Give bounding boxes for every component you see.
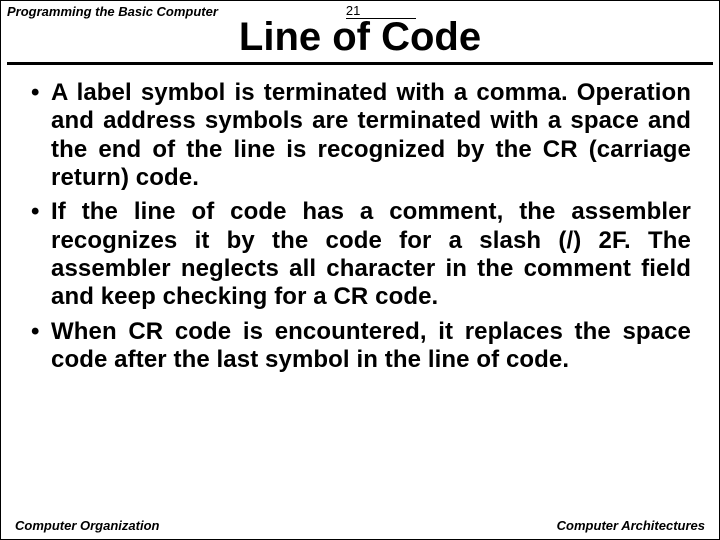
footer: Computer Organization Computer Architect… — [1, 518, 719, 533]
title-wrap: Line of Code — [1, 15, 719, 62]
bullet-list: A label symbol is terminated with a comm… — [29, 79, 691, 374]
bullet-item: If the line of code has a comment, the a… — [29, 198, 691, 311]
bullet-item: A label symbol is terminated with a comm… — [29, 79, 691, 192]
footer-right: Computer Architectures — [557, 518, 705, 533]
footer-left: Computer Organization — [15, 518, 159, 533]
page-title: Line of Code — [231, 15, 489, 62]
bullet-item: When CR code is encountered, it replaces… — [29, 318, 691, 375]
body: A label symbol is terminated with a comm… — [1, 65, 719, 374]
slide-page: Programming the Basic Computer 21 Line o… — [0, 0, 720, 540]
